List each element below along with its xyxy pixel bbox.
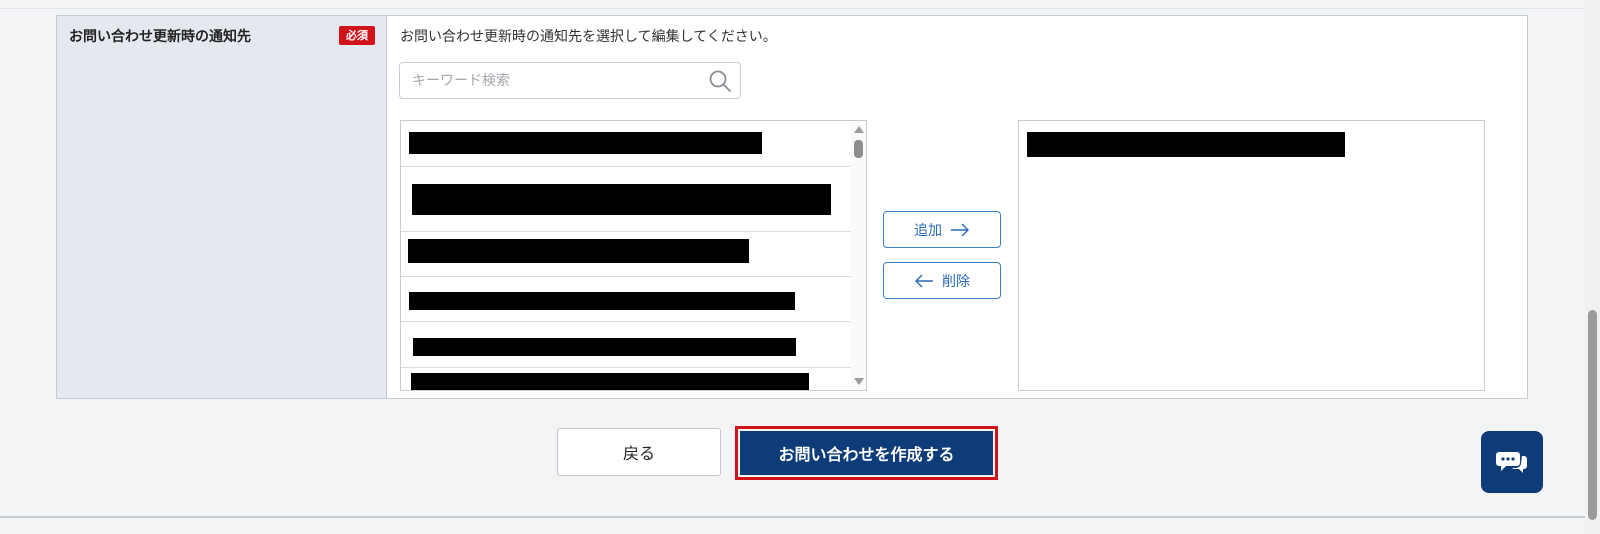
scroll-up-arrow-icon[interactable] [854, 126, 864, 133]
arrow-right-icon [951, 223, 969, 236]
keyword-search-box [399, 62, 741, 99]
page-scrollbar[interactable] [1585, 0, 1600, 534]
scroll-down-arrow-icon[interactable] [854, 378, 864, 385]
redacted-text [1027, 132, 1345, 157]
selected-recipients-list[interactable] [1018, 120, 1485, 391]
remove-button-label: 削除 [942, 273, 970, 290]
list-item[interactable] [401, 277, 852, 322]
list-item[interactable] [401, 167, 852, 232]
redacted-text [408, 239, 749, 263]
instruction-text: お問い合わせ更新時の通知先を選択して編集してください。 [400, 29, 777, 45]
chat-bubbles-icon [1496, 452, 1527, 473]
search-icon[interactable] [708, 69, 732, 93]
scroll-thumb[interactable] [854, 140, 863, 158]
footer-divider [0, 516, 1585, 518]
redacted-text [409, 132, 762, 154]
list-item[interactable] [401, 232, 852, 277]
field-label: お問い合わせ更新時の通知先 [69, 29, 251, 45]
redacted-text [411, 373, 809, 390]
page-scroll-thumb[interactable] [1588, 310, 1597, 520]
list-scrollbar[interactable] [851, 121, 866, 390]
list-item[interactable] [1019, 121, 1470, 161]
redacted-text [409, 292, 795, 310]
required-badge: 必須 [339, 26, 375, 45]
chat-button[interactable] [1481, 431, 1543, 493]
top-band [0, 0, 1585, 9]
available-recipients-list[interactable] [400, 120, 867, 391]
list-item[interactable] [401, 121, 852, 167]
keyword-search-input[interactable] [400, 63, 690, 98]
list-item[interactable] [401, 322, 852, 368]
field-label-cell: お問い合わせ更新時の通知先 必須 [57, 16, 387, 398]
back-button[interactable]: 戻る [557, 428, 721, 476]
remove-button[interactable]: 削除 [883, 262, 1001, 299]
notification-recipients-row: お問い合わせ更新時の通知先 必須 お問い合わせ更新時の通知先を選択して編集してく… [56, 15, 1528, 399]
redacted-text [413, 338, 796, 356]
add-button[interactable]: 追加 [883, 211, 1001, 248]
create-inquiry-button[interactable]: お問い合わせを作成する [740, 431, 993, 475]
field-content-cell: お問い合わせ更新時の通知先を選択して編集してください。 キーワード検索 追加 削… [387, 16, 1527, 398]
redacted-text [412, 184, 831, 215]
list-item[interactable] [401, 368, 852, 390]
add-button-label: 追加 [914, 222, 942, 239]
arrow-left-icon [915, 274, 933, 287]
